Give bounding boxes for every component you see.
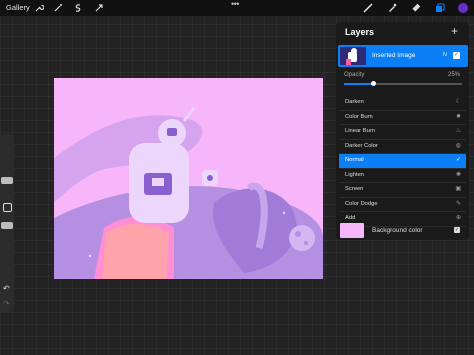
background-color-swatch[interactable] <box>340 223 364 238</box>
blend-mode-icon: ✹ <box>455 113 461 120</box>
blend-mode-label: Add <box>345 215 356 221</box>
blend-mode-icon: ☾ <box>455 99 461 105</box>
blend-mode-normal[interactable]: Normal ✓ <box>339 154 466 169</box>
add-layer-button[interactable]: + <box>451 24 458 38</box>
more-menu-button[interactable]: ••• <box>231 0 239 9</box>
blend-mode-lighten[interactable]: Lighten ✺ <box>339 169 466 183</box>
opacity-label: Opacity <box>344 72 365 78</box>
background-visibility-checkbox[interactable]: ✓ <box>454 227 460 233</box>
blend-mode-icon: ▣ <box>455 186 461 192</box>
blend-mode-darken[interactable]: Darken ☾ <box>339 96 466 111</box>
opacity-value: 25% <box>448 72 461 78</box>
active-color-swatch <box>458 3 468 13</box>
layer-blend-mode-button[interactable]: N <box>443 52 447 58</box>
layer-visibility-checkbox[interactable]: ✓ <box>453 52 460 59</box>
modify-button[interactable] <box>3 203 12 212</box>
layer-thumbnail <box>340 47 366 65</box>
opacity-slider-knob[interactable] <box>371 81 376 86</box>
layer-name: Inserted Image <box>372 52 416 59</box>
blend-mode-darker-color[interactable]: Darker Color ◍ <box>339 140 466 154</box>
blend-mode-label: Normal <box>345 157 364 163</box>
blend-mode-screen[interactable]: Screen ▣ <box>339 183 466 198</box>
selection-icon[interactable] <box>72 2 84 14</box>
blend-mode-icon: ✓ <box>455 157 461 163</box>
blend-mode-label: Lighten <box>345 171 365 178</box>
blend-mode-icon: ◍ <box>455 142 461 149</box>
layer-row-inserted-image[interactable]: Inserted Image N ✓ <box>338 45 468 67</box>
opacity-slider-fill <box>344 83 374 85</box>
smudge-icon[interactable] <box>386 2 398 14</box>
redo-button[interactable]: ↷ <box>3 299 10 308</box>
wrench-icon[interactable] <box>33 2 45 14</box>
eraser-icon[interactable] <box>410 2 422 14</box>
blend-mode-icon: ✺ <box>455 171 461 178</box>
blend-mode-color-burn[interactable]: Color Burn ✹ <box>339 111 466 125</box>
artwork-canvas[interactable] <box>54 78 323 279</box>
blend-mode-label: Darker Color <box>345 142 378 149</box>
blend-mode-list: Darken ☾ Color Burn ✹ Linear Burn ♨ Darker Col… <box>339 96 466 227</box>
blend-mode-linear-burn[interactable]: Linear Burn ♨ <box>339 125 466 140</box>
blend-mode-label: Color Dodge <box>345 200 378 207</box>
transform-arrow-icon[interactable] <box>93 2 105 14</box>
magic-wand-icon[interactable] <box>52 2 64 14</box>
blend-mode-label: Darken <box>345 99 364 105</box>
brush-icon[interactable] <box>362 2 374 14</box>
gallery-button[interactable]: Gallery <box>6 3 30 12</box>
blend-mode-color-dodge[interactable]: Color Dodge ✎ <box>339 198 466 212</box>
blend-mode-icon: ✎ <box>455 200 461 207</box>
color-picker-button[interactable] <box>457 2 469 14</box>
blend-mode-label: Screen <box>345 186 364 192</box>
background-color-row[interactable]: Background color ✓ <box>338 222 468 239</box>
blend-mode-label: Linear Burn <box>345 128 375 134</box>
brush-size-slider[interactable] <box>1 177 13 184</box>
blend-mode-label: Color Burn <box>345 113 373 120</box>
astronaut-illustration <box>54 78 323 279</box>
layers-icon[interactable] <box>434 2 446 14</box>
blend-mode-icon: ♨ <box>455 128 461 134</box>
layers-panel-title: Layers <box>345 27 375 37</box>
opacity-slider[interactable] <box>1 222 13 229</box>
undo-button[interactable]: ↶ <box>3 284 10 293</box>
blend-mode-icon: ⊕ <box>455 215 461 221</box>
layer-opacity-slider[interactable] <box>344 81 462 86</box>
background-color-label: Background color <box>372 227 423 234</box>
